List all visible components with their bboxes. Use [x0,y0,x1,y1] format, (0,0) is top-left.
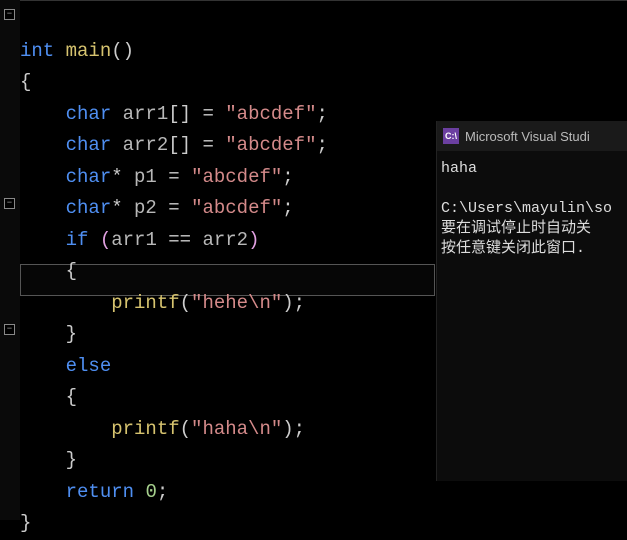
code-area[interactable]: int main() { char arr1[] = "abcdef"; cha… [20,4,328,540]
fold-gutter: − − − [0,0,20,520]
console-line: 按任意键关闭此窗口. [441,240,585,257]
fold-toggle-icon[interactable]: − [4,9,15,20]
fold-toggle-icon[interactable]: − [4,324,15,335]
code-line: { [20,386,77,408]
code-line: return 0; [20,481,168,503]
code-line: char arr2[] = "abcdef"; [20,134,328,156]
code-line: char* p1 = "abcdef"; [20,166,294,188]
debug-console-window[interactable]: C:\ Microsoft Visual Studi haha C:\Users… [436,121,627,481]
console-title-text: Microsoft Visual Studi [465,129,590,144]
console-line: C:\Users\mayulin\so [441,200,612,217]
vs-icon: C:\ [443,128,459,144]
code-line: } [20,512,31,534]
console-line: 要在调试停止时自动关 [441,220,591,237]
code-line: } [20,323,77,345]
console-line: haha [441,160,477,177]
code-line: if (arr1 == arr2) [20,229,259,251]
code-line: int main() [20,40,134,62]
code-line: char* p2 = "abcdef"; [20,197,294,219]
console-output: haha C:\Users\mayulin\so 要在调试停止时自动关 按任意键… [437,151,627,263]
code-line: else [20,355,111,377]
code-line: printf("hehe\n"); [20,292,305,314]
code-line: printf("haha\n"); [20,418,305,440]
code-line: { [20,260,77,282]
fold-toggle-icon[interactable]: − [4,198,15,209]
code-line: { [20,71,31,93]
console-titlebar[interactable]: C:\ Microsoft Visual Studi [437,121,627,151]
editor-border-top [0,0,627,1]
code-line: } [20,449,77,471]
code-line: char arr1[] = "abcdef"; [20,103,328,125]
